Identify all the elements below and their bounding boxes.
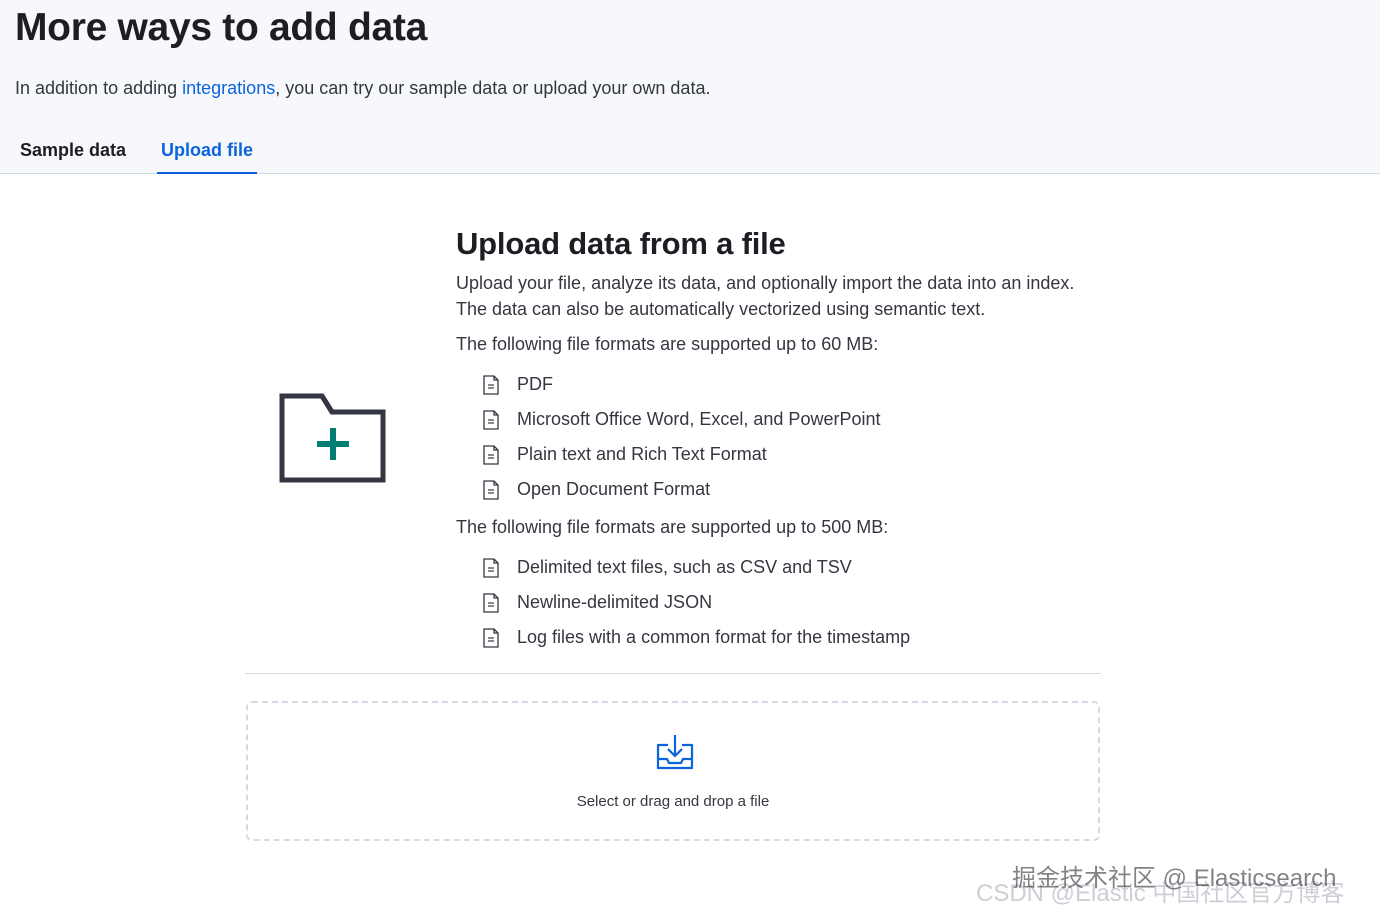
- document-icon: [483, 479, 499, 500]
- format-label: Plain text and Rich Text Format: [517, 444, 767, 464]
- list-item: Microsoft Office Word, Excel, and PowerP…: [456, 402, 1116, 437]
- list-item: Plain text and Rich Text Format: [456, 437, 1116, 472]
- document-icon: [483, 557, 499, 578]
- upload-description: Upload your file, analyze its data, and …: [456, 270, 1116, 322]
- format-label: Log files with a common format for the t…: [517, 627, 911, 647]
- integrations-link[interactable]: integrations: [182, 78, 275, 98]
- document-icon: [483, 409, 499, 430]
- description-line-2: The data can also be automatically vecto…: [456, 299, 986, 319]
- formats-500-list: Delimited text files, such as CSV and TS…: [456, 550, 1116, 655]
- formats-60-label: The following file formats are supported…: [456, 334, 879, 354]
- format-label: Open Document Format: [517, 479, 711, 499]
- list-item: Open Document Format: [456, 472, 1116, 507]
- list-item: Newline-delimited JSON: [456, 585, 1116, 620]
- page-subtitle: In addition to adding integrations, you …: [15, 78, 710, 99]
- tab-sample-data[interactable]: Sample data: [16, 130, 130, 174]
- document-icon: [483, 627, 499, 648]
- page-title: More ways to add data: [15, 6, 427, 49]
- list-item: Log files with a common format for the t…: [456, 620, 1116, 655]
- description-line-1: Upload your file, analyze its data, and …: [456, 273, 1075, 293]
- formats-500-label: The following file formats are supported…: [456, 517, 889, 537]
- folder-add-icon: [279, 393, 386, 483]
- page-header: More ways to add data In addition to add…: [0, 0, 1380, 174]
- document-icon: [483, 374, 499, 395]
- formats-60-list: PDF Microsoft Office Word, Excel, and Po…: [456, 367, 1116, 507]
- subtitle-prefix: In addition to adding: [15, 78, 183, 98]
- list-item: Delimited text files, such as CSV and TS…: [456, 550, 1116, 585]
- format-label: Newline-delimited JSON: [517, 592, 713, 612]
- subtitle-suffix: , you can try our sample data or upload …: [275, 78, 711, 98]
- list-item: PDF: [456, 367, 1116, 402]
- upload-title: Upload data from a file: [456, 226, 786, 261]
- format-label: Microsoft Office Word, Excel, and PowerP…: [517, 409, 881, 429]
- dropzone-label: Select or drag and drop a file: [576, 793, 770, 810]
- format-label: PDF: [517, 374, 553, 394]
- file-dropzone[interactable]: Select or drag and drop a file: [246, 701, 1100, 841]
- tab-upload-file[interactable]: Upload file: [157, 130, 258, 174]
- watermark-juejin: 掘金技术社区 @ Elasticsearch: [1012, 865, 1337, 892]
- format-label: Delimited text files, such as CSV and TS…: [517, 557, 852, 577]
- document-icon: [483, 444, 499, 465]
- section-divider: [245, 673, 1101, 674]
- download-tray-icon: [656, 735, 694, 770]
- upload-panel: Upload data from a file Upload your file…: [456, 224, 1116, 655]
- document-icon: [483, 592, 499, 613]
